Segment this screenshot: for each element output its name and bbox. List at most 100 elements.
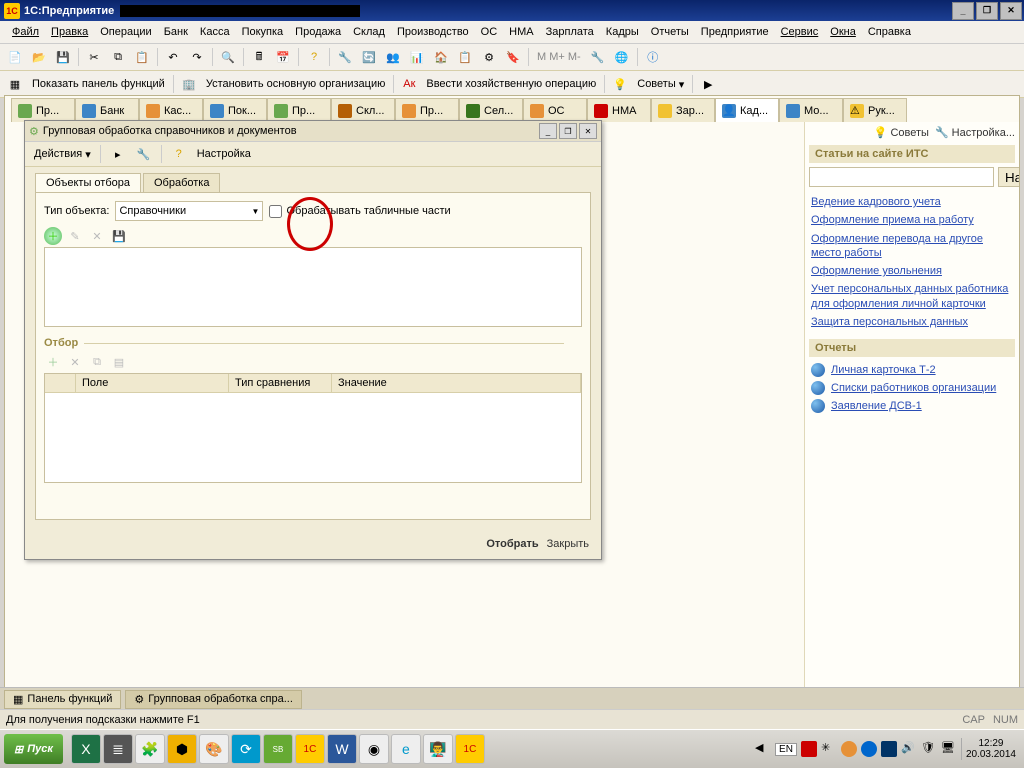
world-icon[interactable]: 🌐	[611, 46, 633, 68]
home-icon[interactable]: 🏠	[430, 46, 452, 68]
tool-icon[interactable]: 🔧	[334, 46, 356, 68]
dialog-minimize-button[interactable]: _	[539, 123, 557, 139]
dlg-settings-button[interactable]: Настройка	[194, 147, 254, 161]
taskbtn-dialog[interactable]: ⚙ Групповая обработка спра...	[125, 690, 302, 709]
ql-1c-icon[interactable]: 1C	[295, 734, 325, 764]
ql-excel-icon[interactable]: X	[71, 734, 101, 764]
report-link-0[interactable]: Личная карточка Т-2	[831, 364, 936, 376]
menu-operations[interactable]: Операции	[94, 23, 157, 41]
tray-icon-2[interactable]: ✳	[821, 741, 837, 757]
ql-app3-icon[interactable]: ⬢	[167, 734, 197, 764]
play-icon[interactable]: ▶	[697, 73, 719, 95]
ql-app1-icon[interactable]: ≣	[103, 734, 133, 764]
doctab-2[interactable]: Кас...	[139, 98, 203, 122]
minimize-button[interactable]: _	[952, 2, 974, 20]
paste-icon[interactable]: 📋	[131, 46, 153, 68]
menu-reports[interactable]: Отчеты	[645, 23, 695, 41]
help-icon[interactable]: ?	[303, 46, 325, 68]
report-link-1[interactable]: Списки работников организации	[831, 382, 996, 394]
menu-help[interactable]: Справка	[862, 23, 917, 41]
col-value[interactable]: Значение	[332, 374, 581, 392]
tab-processing[interactable]: Обработка	[143, 173, 220, 192]
filter-copy-icon[interactable]: ⧉	[88, 353, 106, 371]
dlg-tool2-icon[interactable]: 🔧	[133, 143, 155, 165]
menu-staff[interactable]: Кадры	[600, 23, 645, 41]
find-icon[interactable]: 🔍	[217, 46, 239, 68]
dlg-help-icon[interactable]: ?	[168, 143, 190, 165]
menu-sale[interactable]: Продажа	[289, 23, 347, 41]
doctab-7[interactable]: Сел...	[459, 98, 523, 122]
report-link-2[interactable]: Заявление ДСВ-1	[831, 400, 922, 412]
doctab-8[interactable]: ОС	[523, 98, 587, 122]
list-icon[interactable]: 📋	[454, 46, 476, 68]
dialog-titlebar[interactable]: ⚙ Групповая обработка справочников и док…	[25, 121, 601, 142]
type-combo[interactable]: Справочники▼	[115, 201, 263, 221]
menu-enterprise[interactable]: Предприятие	[695, 23, 775, 41]
filter-add-icon[interactable]: ＋	[44, 353, 62, 371]
calendar-icon[interactable]: 📅	[272, 46, 294, 68]
refresh-icon[interactable]: 🔄	[358, 46, 380, 68]
menu-production[interactable]: Производство	[391, 23, 475, 41]
menu-os[interactable]: ОС	[475, 23, 504, 41]
tray-icon-4[interactable]	[861, 741, 877, 757]
dialog-maximize-button[interactable]: ❐	[559, 123, 577, 139]
process-tables-input[interactable]	[269, 205, 282, 218]
its-link-3[interactable]: Оформление увольнения	[811, 264, 1013, 278]
copy-icon[interactable]: ⧉	[107, 46, 129, 68]
its-link-0[interactable]: Ведение кадрового учета	[811, 195, 1013, 209]
doctab-9[interactable]: НМА	[587, 98, 651, 122]
edit-icon[interactable]: ✎	[66, 227, 84, 245]
ql-ie-icon[interactable]: e	[391, 734, 421, 764]
tray-volume-icon[interactable]: 🔊	[901, 741, 917, 757]
maximize-button[interactable]: ❐	[976, 2, 998, 20]
new-icon[interactable]: 📄	[4, 46, 26, 68]
delete-icon[interactable]: ✕	[88, 227, 106, 245]
dialog-close-button[interactable]: ✕	[579, 123, 597, 139]
info-icon[interactable]: ⓘ	[642, 46, 664, 68]
its-link-2[interactable]: Оформление перевода на другое место рабо…	[811, 232, 1013, 261]
bulb-icon[interactable]: 💡	[609, 73, 631, 95]
col-field[interactable]: Поле	[76, 374, 229, 392]
tool2-icon[interactable]: 🔧	[587, 46, 609, 68]
ql-word-icon[interactable]: W	[327, 734, 357, 764]
doctab-1[interactable]: Банк	[75, 98, 139, 122]
open-icon[interactable]: 📂	[28, 46, 50, 68]
bookmark-icon[interactable]: 🔖	[502, 46, 524, 68]
ql-sb-icon[interactable]: SB	[263, 734, 293, 764]
objects-listbox[interactable]	[44, 247, 582, 327]
org-icon[interactable]: 🏢	[178, 73, 200, 95]
menu-salary[interactable]: Зарплата	[540, 23, 600, 41]
tray-icon-7[interactable]: 🖥	[941, 741, 957, 757]
doctab-6[interactable]: Пр...	[395, 98, 459, 122]
calc-icon[interactable]: 🖩	[248, 46, 270, 68]
ql-app2-icon[interactable]: 🧩	[135, 734, 165, 764]
menu-purchase[interactable]: Покупка	[236, 23, 290, 41]
menu-cash[interactable]: Касса	[194, 23, 236, 41]
its-link-1[interactable]: Оформление приема на работу	[811, 213, 1013, 227]
tray-icon-6[interactable]: 🛡	[921, 741, 937, 757]
menu-edit[interactable]: Правка	[45, 23, 94, 41]
menu-stock[interactable]: Склад	[347, 23, 391, 41]
panel-icon[interactable]: ▦	[4, 73, 26, 95]
undo-icon[interactable]: ↶	[162, 46, 184, 68]
redo-icon[interactable]: ↷	[186, 46, 208, 68]
doctab-10[interactable]: Зар...	[651, 98, 715, 122]
advice-link[interactable]: 💡 Советы	[874, 126, 929, 139]
show-panel-button[interactable]: Показать панель функций	[28, 78, 169, 90]
menu-windows[interactable]: Окна	[824, 23, 862, 41]
doctab-0[interactable]: Пр...	[11, 98, 75, 122]
advice-button[interactable]: Советы ▾	[633, 78, 688, 91]
col-compare[interactable]: Тип сравнения	[229, 374, 332, 392]
doctab-4[interactable]: Пр...	[267, 98, 331, 122]
menu-service[interactable]: Сервис	[775, 23, 825, 41]
save-icon[interactable]: 💾	[52, 46, 74, 68]
settings-link[interactable]: 🔧 Настройка...	[935, 126, 1015, 139]
language-indicator[interactable]: EN	[775, 743, 797, 756]
cut-icon[interactable]: ✂	[83, 46, 105, 68]
tab-objects[interactable]: Объекты отбора	[35, 173, 141, 192]
filter-del-icon[interactable]: ✕	[66, 353, 84, 371]
start-button[interactable]: ⊞ Пуск	[4, 734, 63, 764]
set-org-button[interactable]: Установить основную организацию	[202, 78, 390, 90]
op-icon[interactable]: Ак	[398, 73, 420, 95]
its-link-5[interactable]: Защита персональных данных	[811, 315, 1013, 329]
